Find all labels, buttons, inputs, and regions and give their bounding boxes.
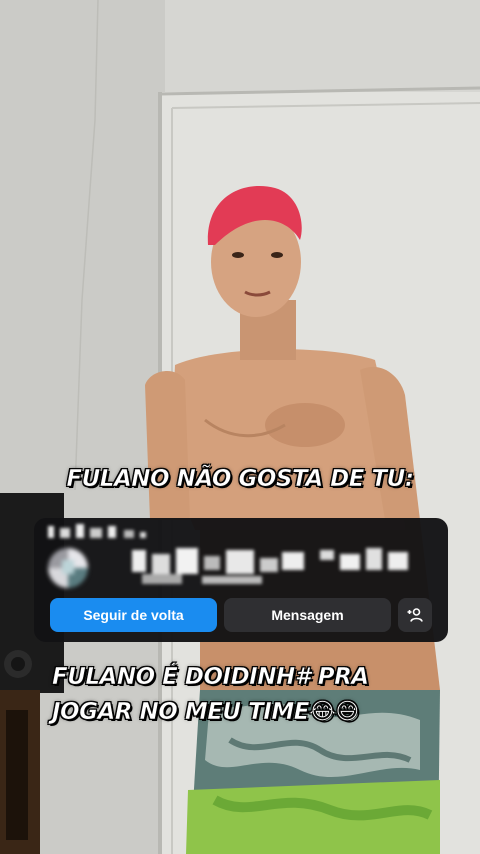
message-button[interactable]: Mensagem <box>224 598 391 632</box>
caption-bottom: FULANO É DOIDINH# PRA JOGAR NO MEU TIME😂… <box>52 660 452 730</box>
caption-bottom-line-2: JOGAR NO MEU TIME😂😅 <box>52 699 360 726</box>
redacted-username <box>132 548 408 584</box>
caption-top: FULANO NÃO GOSTA DE TU: <box>66 466 414 493</box>
redacted-display-name <box>48 524 146 538</box>
follow-back-button[interactable]: Seguir de volta <box>50 598 217 632</box>
caption-bottom-line-1: FULANO É DOIDINH# PRA <box>52 664 370 691</box>
add-person-icon <box>407 608 423 622</box>
suggest-people-button[interactable] <box>398 598 432 632</box>
redacted-avatar <box>48 548 88 588</box>
profile-card: Seguir de volta Mensagem <box>34 518 448 642</box>
